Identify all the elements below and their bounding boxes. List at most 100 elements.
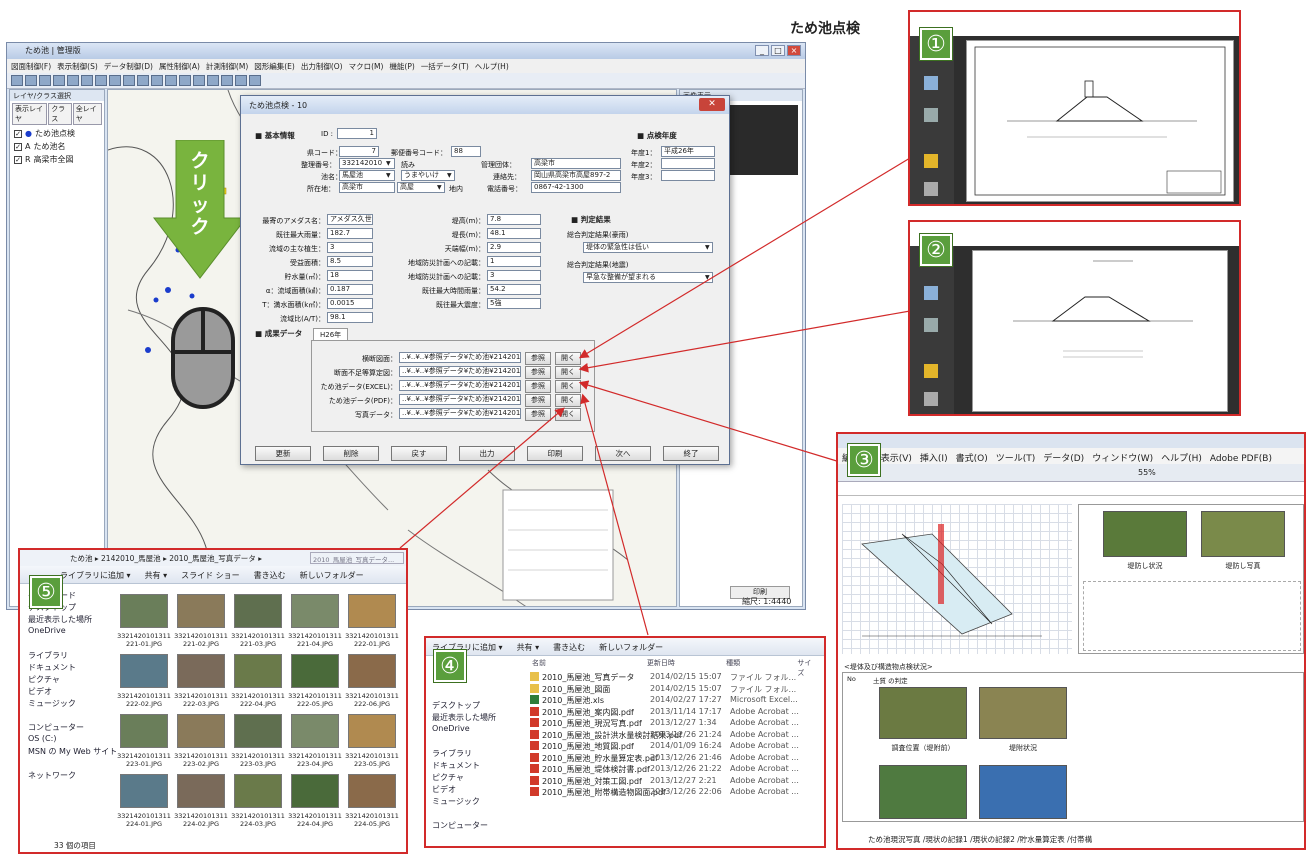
nav-item [28,710,120,722]
menu-item[interactable]: ウィンドウ(W) [1092,454,1153,464]
photo-thumbnail[interactable] [348,714,396,748]
menu-item[interactable]: データ(D) [1043,454,1084,464]
menu-item[interactable]: 書式(O) [956,454,988,464]
col-date[interactable]: 更新日時 [647,658,726,670]
nav-item[interactable]: 最近表示した場所 [432,712,516,724]
pages-icon[interactable] [924,286,938,300]
nav-item[interactable]: ネットワーク [28,770,120,782]
nav-item[interactable]: OneDrive [432,724,516,736]
nav-item [432,808,516,820]
nav-item[interactable]: OS (C:) [28,734,120,746]
nav-item[interactable]: OneDrive [28,626,120,638]
photo-thumbnail[interactable] [234,714,282,748]
file-row[interactable]: 2010_馬屋池_現況写真.pdf 2013/12/27 1:34 Adobe Ac… [530,718,822,730]
photo-thumbnail[interactable] [291,774,339,808]
section-label: <堤体及び構造物点検状況> [844,663,933,671]
attachment-icon[interactable] [924,182,938,196]
photo-thumbnail[interactable] [234,654,282,688]
nav-item[interactable]: ライブラリ [28,650,120,662]
nav-item[interactable]: ビデオ [432,784,516,796]
photo-thumbnail[interactable] [177,714,225,748]
sign-icon[interactable] [924,108,938,122]
col-name[interactable]: 名前 [522,658,647,670]
search-input[interactable]: 2010_馬屋池_写真データ... [310,552,404,564]
file-row[interactable]: 2010_馬屋池_図面 2014/02/15 15:07 ファイル フォル... [530,683,822,696]
photo-thumbnail[interactable] [120,654,168,688]
nav-item[interactable]: ミュージック [432,796,516,808]
nav-item[interactable]: MSN の My Web サイト [28,746,120,758]
excel-menu-bar: 編集(E)表示(V)挿入(I)書式(O)ツール(T)データ(D)ウィンドウ(W)… [838,448,1304,464]
nav-item[interactable]: コンピューター [432,820,516,832]
file-list-header: 名前 更新日時 種類 サイズ [522,658,818,677]
pdf-top-bar [910,222,1239,246]
photo-thumbnail[interactable] [120,714,168,748]
zoom-level[interactable]: 55% [1138,468,1156,477]
file-name: 2010_馬屋池_対策工図.pdf [530,775,650,788]
comment-icon[interactable] [924,364,938,378]
file-row[interactable]: 2010_馬屋池_附帯構造物図面.pdf 2013/12/26 22:06 Adob… [530,787,822,799]
toolbar-button[interactable]: 共有 ▾ [517,643,540,652]
menu-item[interactable]: ヘルプ(H) [1161,454,1202,464]
sign-icon[interactable] [924,318,938,332]
file-row[interactable]: 2010_馬屋池_対策工図.pdf 2013/12/27 2:21 Adobe Ac… [530,775,822,788]
col-size[interactable]: サイズ [797,658,818,677]
menu-item[interactable]: Adobe PDF(B) [1210,454,1272,464]
photo-thumbnail[interactable] [177,594,225,628]
photo-thumbnail[interactable] [234,594,282,628]
file-name-text: 2010_馬屋池_案内図.pdf [542,707,634,717]
nav-item[interactable]: ピクチャ [432,772,516,784]
photo-thumbnail[interactable] [291,714,339,748]
photo-thumbnail[interactable] [177,654,225,688]
file-row[interactable]: 2010_馬屋池_案内図.pdf 2013/11/14 17:17 Adobe Ac… [530,706,822,719]
photo-thumbnail[interactable] [177,774,225,808]
nav-item[interactable]: ドキュメント [28,662,120,674]
nav-item[interactable]: ドキュメント [432,760,516,772]
sheet-tabs[interactable]: ため池現況写真 /現状の記録1 /現状の記録2 /貯水量算定表 /付帯構 [868,834,1092,845]
nav-item[interactable]: ピクチャ [28,674,120,686]
toolbar-button[interactable]: 書き込む [553,643,585,652]
file-name-text: 2010_馬屋池_附帯構造物図面.pdf [542,788,666,797]
toolbar-button[interactable]: 共有 ▾ [145,571,168,580]
photo-filename: 3321420101311 221-02.JPG [174,632,228,648]
nav-item[interactable]: ミュージック [28,698,120,710]
nav-item[interactable]: 最近表示した場所 [28,614,120,626]
photo-thumbnail[interactable] [291,594,339,628]
file-row[interactable]: 2010_馬屋池_貯水量算定表.pdf 2013/12/26 21:46 Adobe… [530,752,822,765]
nav-item[interactable]: ライブラリ [432,748,516,760]
attachment-icon[interactable] [924,392,938,406]
photo-thumbnail[interactable] [120,774,168,808]
photo-thumbnail[interactable] [348,774,396,808]
file-row[interactable]: 2010_馬屋池_設計洪水量検討結果.pdf 2013/12/26 21:24 Ad… [530,729,822,742]
nav-item[interactable]: デスクトップ [432,700,516,712]
photo-thumbnail[interactable] [348,594,396,628]
nav-item[interactable]: コンピューター [28,722,120,734]
photo-thumbnail[interactable] [348,654,396,688]
photo-caption: 堤防し状況 [1127,562,1163,570]
file-row[interactable]: 2010_馬屋池_堤体検討書.pdf 2013/12/26 21:22 Adobe … [530,764,822,776]
menu-item[interactable]: 表示(V) [881,454,912,464]
file-type: Adobe Acrobat ... [730,718,799,727]
photo-thumbnail[interactable] [120,594,168,628]
file-type: ファイル フォル... [730,673,797,682]
file-type: Adobe Acrobat ... [730,706,799,716]
toolbar-button[interactable]: 新しいフォルダー [599,643,663,652]
toolbar-button[interactable]: スライド ショー [181,571,240,580]
menu-item[interactable]: ツール(T) [996,454,1036,464]
toolbar-button[interactable]: ライブラリに追加 ▾ [60,571,131,580]
col-type[interactable]: 種類 [726,658,797,670]
photo-thumbnail[interactable] [291,654,339,688]
photo-filename: 3321420101311 224-02.JPG [174,812,228,828]
toolbar-button[interactable]: 書き込む [254,571,286,580]
file-row[interactable]: 2010_馬屋池_地質図.pdf 2014/01/09 16:24 Adobe Ac… [530,741,822,753]
photo-filename: 3321420101311 222-04.JPG [231,692,285,708]
item-count: 33 個の項目 [54,841,96,850]
pages-icon[interactable] [924,76,938,90]
file-row[interactable]: 2010_馬屋池.xls 2014/02/27 17:27 Microsoft Ex… [530,695,822,707]
photo-thumbnail[interactable] [234,774,282,808]
toolbar-button[interactable]: 新しいフォルダー [300,571,364,580]
file-row[interactable]: 2010_馬屋池_写真データ 2014/02/15 15:07 ファイル フォル..… [530,672,822,684]
formula-bar[interactable] [838,482,1304,496]
menu-item[interactable]: 挿入(I) [920,454,948,464]
nav-item[interactable]: ビデオ [28,686,120,698]
comment-icon[interactable] [924,154,938,168]
